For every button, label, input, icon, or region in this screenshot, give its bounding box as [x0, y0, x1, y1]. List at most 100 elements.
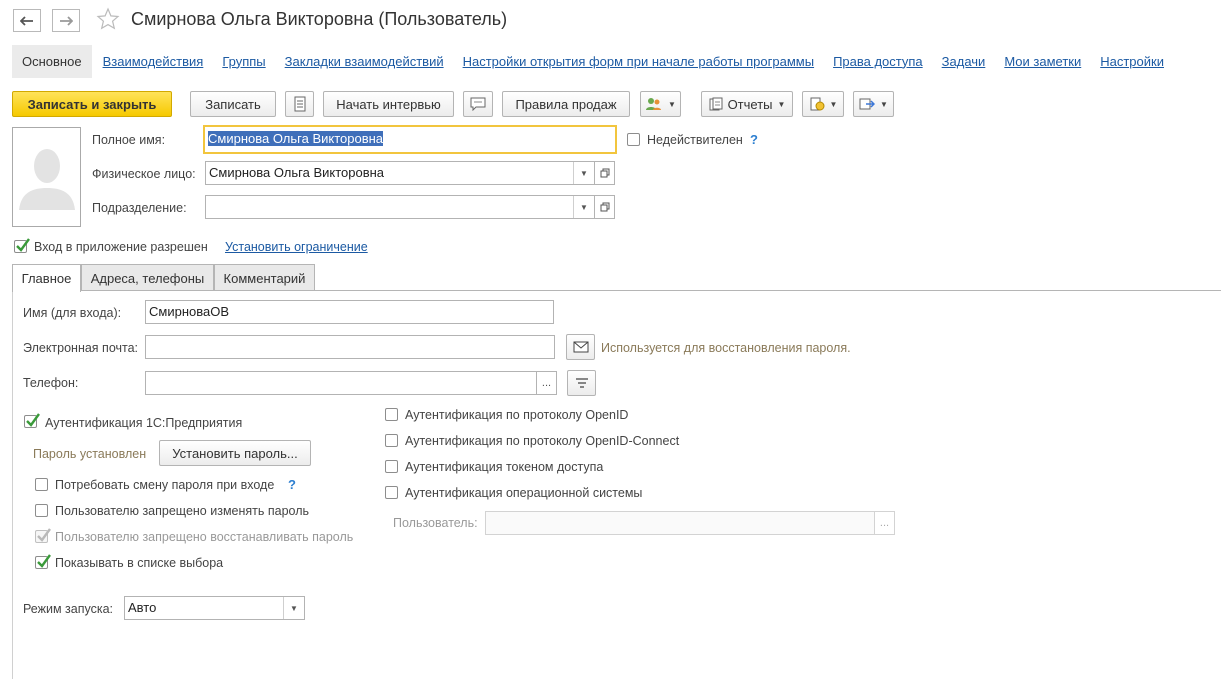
users-icon [646, 98, 662, 110]
openid-connect-checkbox[interactable] [385, 434, 398, 447]
auth-1c-label: Аутентификация 1С:Предприятия [45, 416, 243, 430]
launch-mode-label: Режим запуска: [23, 602, 113, 616]
nav-tab-main[interactable]: Основное [12, 44, 92, 78]
launch-mode-select[interactable]: Авто ▼ [124, 596, 305, 620]
department-select[interactable]: ▼ [205, 195, 595, 219]
token-auth-label: Аутентификация токеном доступа [405, 460, 604, 474]
section-nav: Основное Взаимодействия Группы Закладки … [12, 44, 1183, 78]
ellipsis-icon: ... [541, 377, 552, 389]
chevron-down-icon[interactable]: ▼ [573, 162, 594, 184]
arrow-left-icon [20, 15, 33, 26]
login-allowed-checkbox[interactable] [14, 238, 30, 253]
chevron-down-icon: ▼ [668, 99, 676, 109]
require-change-label: Потребовать смену пароля при входе [55, 478, 275, 492]
favorite-star-icon[interactable] [96, 7, 120, 34]
phone-input[interactable] [145, 371, 537, 395]
phone-label: Телефон: [23, 376, 79, 390]
ellipsis-icon: ... [879, 517, 890, 529]
login-name-input[interactable]: СмирноваОВ [145, 300, 554, 324]
users-menu-button[interactable]: ▼ [640, 91, 681, 117]
tab-addresses-phones[interactable]: Адреса, телефоны [81, 264, 214, 291]
document-button[interactable] [285, 91, 314, 117]
more-actions-button[interactable]: ▼ [853, 91, 894, 117]
nav-tab-access-rights[interactable]: Права доступа [833, 54, 923, 69]
os-user-label: Пользователь: [393, 516, 478, 530]
back-button[interactable] [13, 9, 41, 32]
save-and-close-button[interactable]: Записать и закрыть [12, 91, 172, 117]
openid-connect-label: Аутентификация по протоколу OpenID-Conne… [405, 434, 680, 448]
avatar-placeholder-icon [19, 149, 75, 210]
arrow-right-icon [60, 15, 73, 26]
reports-button[interactable]: Отчеты ▼ [701, 91, 793, 117]
nav-tab-tasks[interactable]: Задачи [942, 54, 986, 69]
email-label: Электронная почта: [23, 341, 139, 355]
nav-tab-groups[interactable]: Группы [222, 54, 265, 69]
checkmark-icon [26, 413, 40, 427]
checkmark-icon [37, 554, 51, 568]
nav-tab-interaction-bookmarks[interactable]: Закладки взаимодействий [285, 54, 444, 69]
inactive-label: Недействителен [647, 133, 743, 147]
person-open-button[interactable] [594, 161, 615, 185]
openid-checkbox[interactable] [385, 408, 398, 421]
chevron-down-icon: ▼ [829, 99, 838, 109]
login-name-value: СмирноваОВ [149, 304, 229, 319]
message-button[interactable] [463, 91, 493, 117]
show-in-list-label: Показывать в списке выбора [55, 556, 224, 570]
os-auth-checkbox[interactable] [385, 486, 398, 499]
person-select[interactable]: Смирнова Ольга Викторовна ▼ [205, 161, 595, 185]
nav-tab-interactions[interactable]: Взаимодействия [103, 54, 204, 69]
chevron-down-icon: ▼ [880, 99, 888, 109]
document-list-icon [294, 96, 305, 112]
envelope-icon [573, 341, 588, 353]
send-email-button[interactable] [566, 334, 595, 360]
chevron-down-icon: ▼ [777, 99, 786, 109]
set-password-button[interactable]: Установить пароль... [159, 440, 311, 466]
forbid-restore-label: Пользователю запрещено восстанавливать п… [55, 530, 354, 544]
nav-tab-settings[interactable]: Настройки [1100, 54, 1164, 69]
save-button[interactable]: Записать [190, 91, 276, 117]
speech-bubble-icon [470, 97, 486, 111]
token-auth-checkbox[interactable] [385, 460, 398, 473]
open-window-icon [600, 168, 609, 178]
open-window-icon [600, 202, 609, 212]
chevron-down-icon[interactable]: ▼ [283, 597, 304, 619]
os-auth-label: Аутентификация операционной системы [405, 486, 643, 500]
window-title: Смирнова Ольга Викторовна (Пользователь) [131, 9, 508, 29]
user-photo[interactable] [12, 127, 81, 227]
launch-mode-value: Авто [128, 600, 157, 615]
login-allowed-label: Вход в приложение разрешен [34, 240, 208, 254]
login-name-label: Имя (для входа): [23, 306, 122, 320]
show-in-list-checkbox[interactable] [35, 554, 51, 569]
email-input[interactable] [145, 335, 555, 359]
full-name-input[interactable]: Смирнова Ольга Викторовна [203, 125, 617, 154]
checkmark-icon [16, 238, 30, 252]
nav-tab-my-notes[interactable]: Мои заметки [1004, 54, 1081, 69]
require-change-checkbox[interactable] [35, 478, 48, 491]
chevron-down-icon[interactable]: ▼ [573, 196, 594, 218]
print-menu-button[interactable]: ▼ [802, 91, 844, 117]
os-user-select-button: ... [874, 511, 895, 535]
auth-1c-checkbox[interactable] [24, 413, 40, 428]
hamburger-icon [575, 378, 588, 388]
export-icon [859, 98, 876, 110]
inactive-checkbox[interactable] [627, 133, 640, 146]
forbid-change-checkbox[interactable] [35, 504, 48, 517]
sales-rules-button[interactable]: Правила продаж [502, 91, 630, 117]
email-note: Используется для восстановления пароля. [601, 341, 851, 355]
set-restriction-link[interactable]: Установить ограничение [225, 240, 368, 254]
inactive-help-icon[interactable]: ? [750, 132, 758, 147]
start-interview-button[interactable]: Начать интервью [323, 91, 454, 117]
department-open-button[interactable] [594, 195, 615, 219]
tab-main[interactable]: Главное [12, 264, 81, 292]
require-change-help-icon[interactable]: ? [288, 477, 296, 492]
person-label: Физическое лицо: [92, 167, 196, 181]
full-name-label: Полное имя: [92, 133, 166, 147]
phone-menu-button[interactable] [567, 370, 596, 396]
nav-tab-form-open-settings[interactable]: Настройки открытия форм при начале работ… [463, 54, 814, 69]
forward-button[interactable] [52, 9, 80, 32]
tab-divider [12, 290, 1221, 291]
tab-comment[interactable]: Комментарий [214, 264, 315, 291]
phone-select-button[interactable]: ... [536, 371, 557, 395]
os-user-input [485, 511, 875, 535]
print-icon [810, 97, 825, 111]
